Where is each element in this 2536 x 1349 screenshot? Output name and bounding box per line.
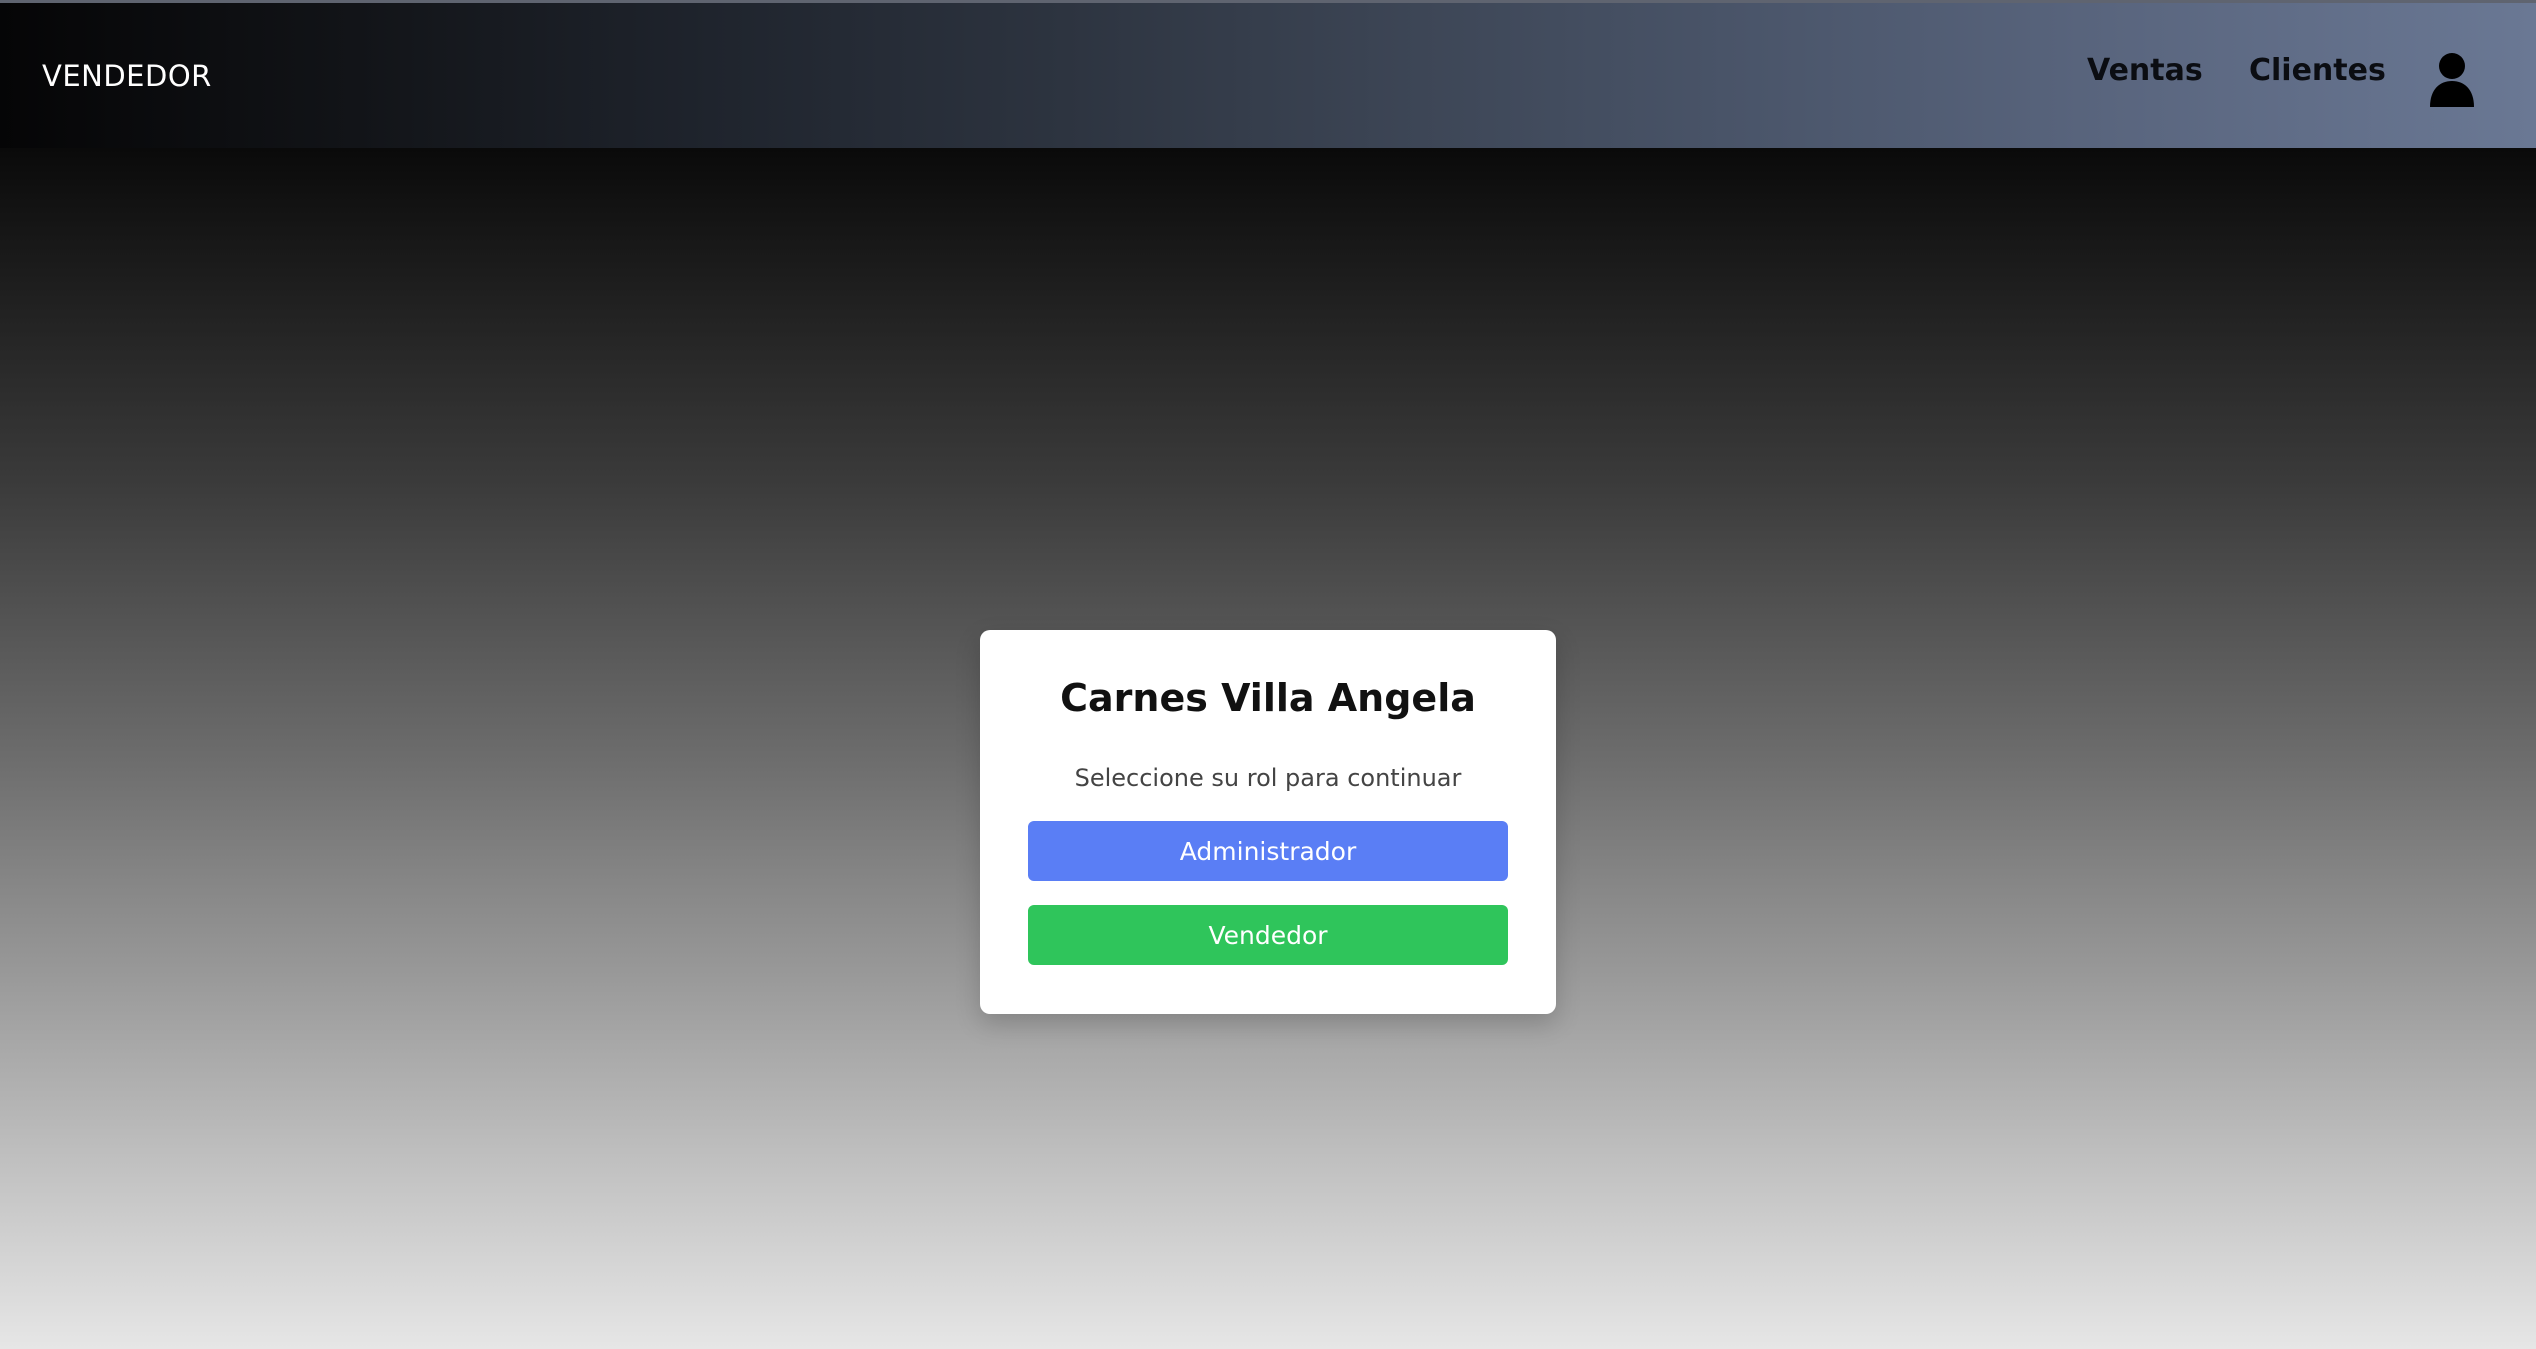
vendedor-button[interactable]: Vendedor: [1028, 905, 1508, 965]
nav-clientes[interactable]: Clientes: [2249, 53, 2386, 88]
dialog-title: Carnes Villa Angela: [1060, 676, 1476, 720]
nav-ventas[interactable]: Ventas: [2087, 53, 2203, 88]
brand-label: VENDEDOR: [42, 59, 212, 93]
role-selection-dialog: Carnes Villa Angela Seleccione su rol pa…: [980, 630, 1556, 1014]
dialog-subtitle: Seleccione su rol para continuar: [1074, 764, 1462, 792]
administrador-button[interactable]: Administrador: [1028, 821, 1508, 881]
user-icon[interactable]: [2428, 51, 2476, 107]
top-navbar: VENDEDOR Ventas Clientes: [0, 0, 2536, 148]
